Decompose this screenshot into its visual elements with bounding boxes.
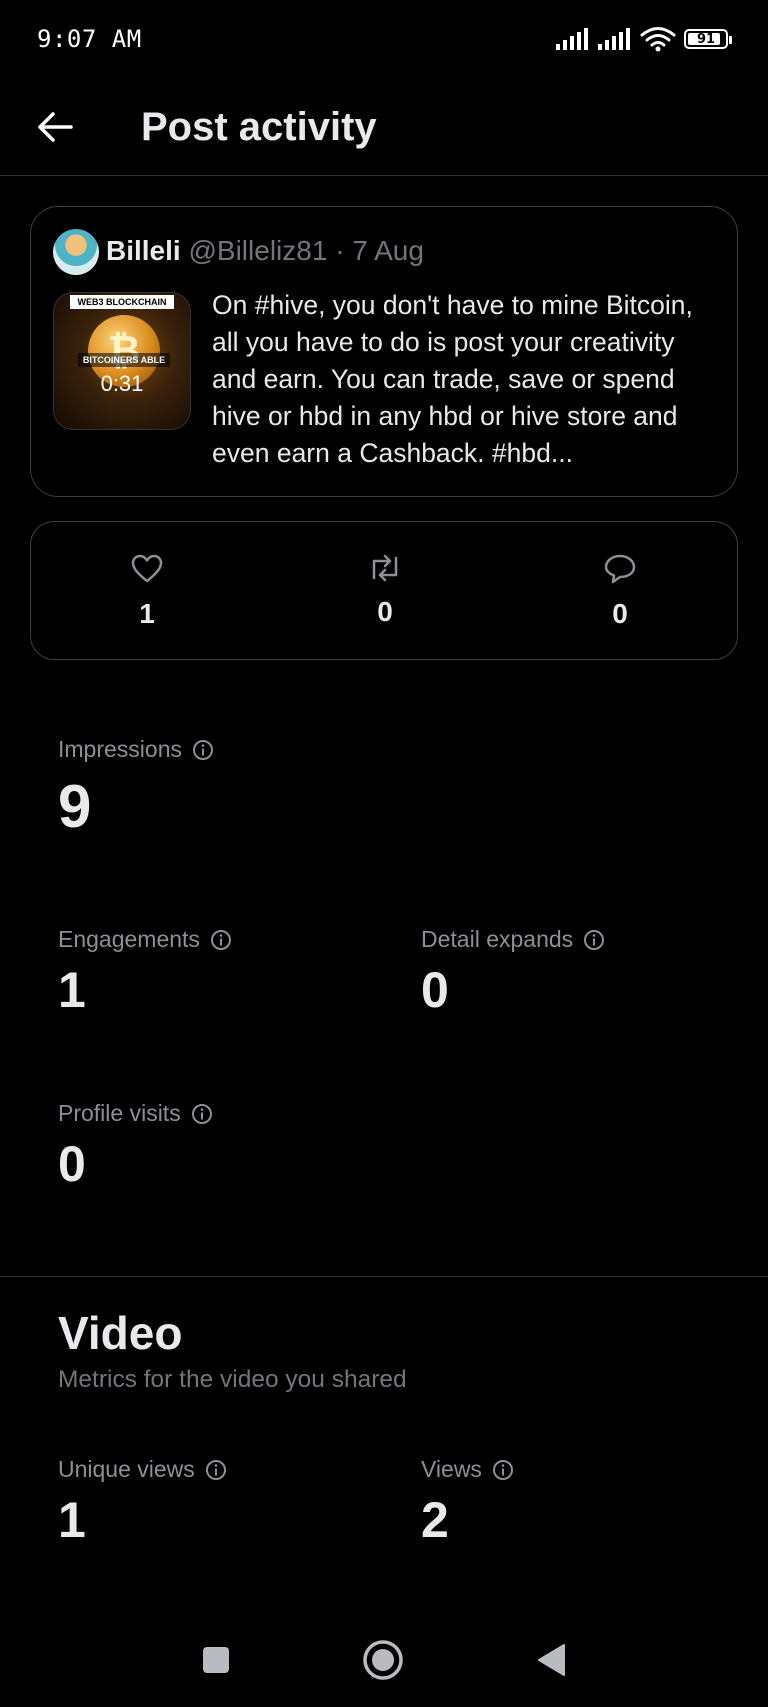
circle-icon <box>363 1640 403 1680</box>
views-label: Views <box>421 1456 482 1482</box>
info-icon[interactable] <box>492 1459 514 1481</box>
heart-icon <box>131 554 163 583</box>
engagements-value: 1 <box>58 962 86 1018</box>
impressions-metric: Impressions 9 <box>58 736 214 837</box>
video-section-subtitle: Metrics for the video you shared <box>58 1366 407 1393</box>
page-title: Post activity <box>141 105 377 149</box>
wifi-icon <box>640 27 676 52</box>
profile-visits-value: 0 <box>58 1136 86 1192</box>
recents-button[interactable] <box>186 1625 246 1695</box>
post-author-line: Billeli @Billeliz81 · 7 Aug <box>106 231 424 271</box>
avatar[interactable] <box>53 229 99 275</box>
engagements-metric: Engagements 1 <box>58 926 232 1015</box>
impressions-label: Impressions <box>58 736 182 762</box>
header: Post activity <box>0 80 768 176</box>
views-value: 2 <box>421 1492 449 1548</box>
battery-icon: 91 <box>684 29 732 49</box>
detail-expands-label: Detail expands <box>421 926 574 952</box>
signal-icon <box>598 28 630 50</box>
status-icons: 91 <box>556 26 732 52</box>
replies-stat[interactable]: 0 <box>580 554 660 630</box>
engagements-label: Engagements <box>58 926 200 952</box>
likes-count: 1 <box>139 598 155 629</box>
likes-stat[interactable]: 1 <box>107 554 187 630</box>
status-time: 9:07 AM <box>37 25 142 53</box>
info-icon[interactable] <box>210 929 232 951</box>
triangle-back-icon <box>538 1644 565 1676</box>
status-bar: 9:07 AM 91 <box>0 0 768 80</box>
post-card[interactable]: Billeli @Billeliz81 · 7 Aug ₿ WEB3 BLOCK… <box>30 206 738 497</box>
video-thumbnail[interactable]: ₿ WEB3 BLOCKCHAIN BITCOINERS ABLE 0:31 <box>53 292 191 430</box>
square-icon <box>203 1647 229 1673</box>
info-icon[interactable] <box>583 929 605 951</box>
section-divider <box>0 1276 768 1277</box>
home-button[interactable] <box>353 1625 413 1695</box>
post-date: 7 Aug <box>352 235 424 266</box>
profile-visits-label: Profile visits <box>58 1100 181 1126</box>
views-metric: Views 2 <box>421 1456 514 1545</box>
info-icon[interactable] <box>191 1103 213 1125</box>
repost-icon <box>372 554 398 582</box>
replies-count: 0 <box>612 598 628 629</box>
detail-expands-metric: Detail expands 0 <box>421 926 605 1015</box>
unique-views-metric: Unique views 1 <box>58 1456 227 1545</box>
author-name[interactable]: Billeli <box>106 235 181 266</box>
system-nav-bar <box>0 1625 768 1695</box>
info-icon[interactable] <box>205 1459 227 1481</box>
battery-text: 91 <box>696 31 716 47</box>
back-button[interactable] <box>30 102 80 152</box>
arrow-left-icon <box>38 112 73 142</box>
video-duration: 0:31 <box>100 371 144 396</box>
unique-views-label: Unique views <box>58 1456 195 1482</box>
unique-views-value: 1 <box>58 1492 86 1548</box>
thumbnail-banner: WEB3 BLOCKCHAIN <box>70 295 174 309</box>
signal-icon <box>556 28 588 50</box>
thumbnail-caption: BITCOINERS ABLE <box>78 353 170 367</box>
profile-visits-metric: Profile visits 0 <box>58 1100 213 1189</box>
engagement-stats-card: 1 0 0 <box>30 521 738 660</box>
video-section-title: Video <box>58 1307 183 1359</box>
back-nav-button[interactable] <box>521 1625 581 1695</box>
detail-expands-value: 0 <box>421 962 449 1018</box>
reposts-count: 0 <box>377 596 393 627</box>
impressions-value: 9 <box>58 773 92 840</box>
post-text: On #hive, you don't have to mine Bitcoin… <box>212 290 693 468</box>
author-handle[interactable]: @Billeliz81 <box>188 235 327 266</box>
separator-dot: · <box>335 235 345 266</box>
reposts-stat[interactable]: 0 <box>345 554 425 628</box>
info-icon[interactable] <box>192 739 214 761</box>
reply-bubble-icon <box>604 554 636 584</box>
